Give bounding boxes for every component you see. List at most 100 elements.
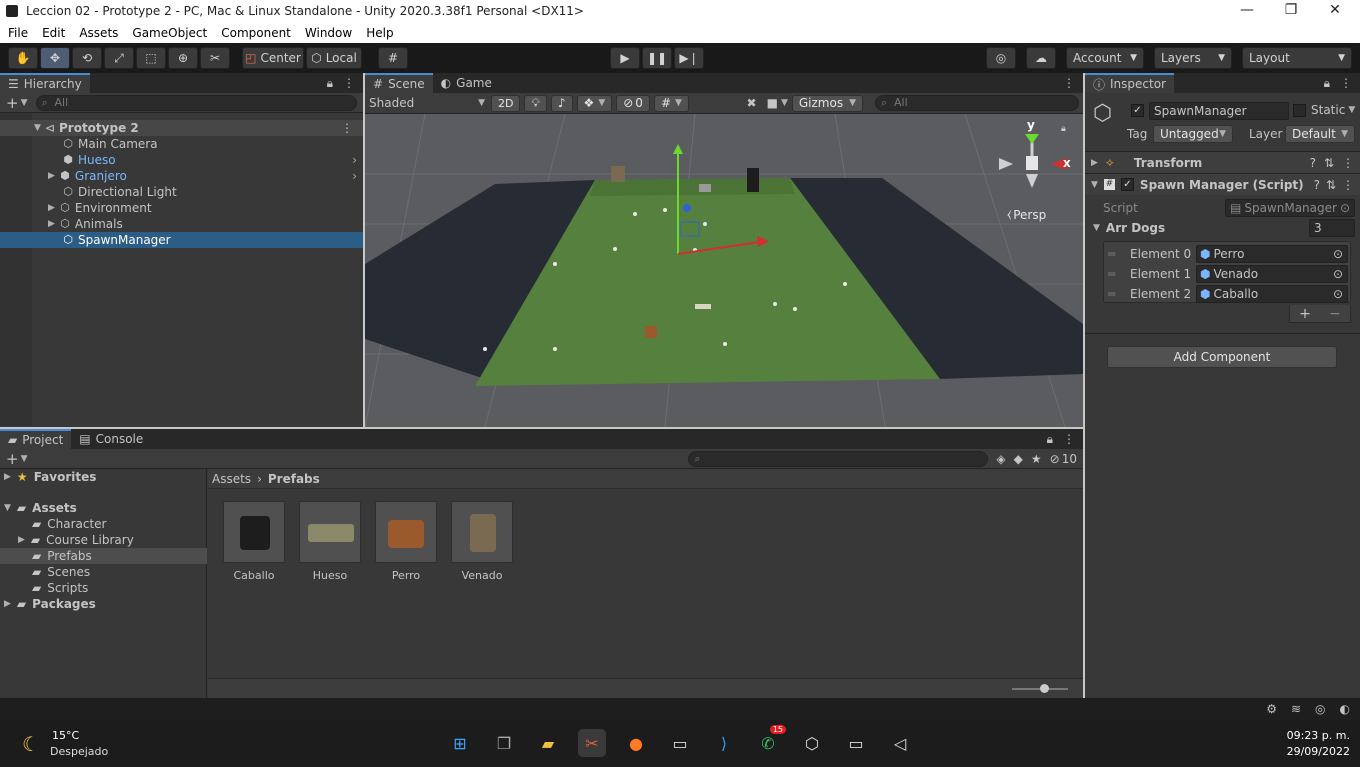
audio-toggle-icon[interactable]: ♪ (550, 94, 573, 112)
help-icon[interactable]: ? (1310, 156, 1316, 170)
tab-console[interactable]: ▤ Console (71, 429, 151, 449)
more-menu-icon[interactable]: ⋮ (341, 120, 353, 136)
more-menu-icon[interactable]: ⋮ (1063, 76, 1075, 90)
firefox-icon[interactable]: ● (622, 729, 650, 757)
vscode-icon[interactable]: ⟩ (710, 729, 738, 757)
tab-inspector[interactable]: ⓘ Inspector (1085, 73, 1174, 93)
pivot-center-button[interactable]: ◰ Center (242, 47, 304, 69)
more-menu-icon[interactable]: ⋮ (1063, 432, 1075, 446)
foldout-closed-icon[interactable]: ▶ (4, 596, 11, 612)
filter-by-type-icon[interactable]: ◈ (996, 452, 1005, 466)
hidden-packages-toggle[interactable]: ⊘ 10 (1050, 452, 1077, 466)
task-view-icon[interactable]: ❐ (490, 729, 518, 757)
drag-handle-icon[interactable]: ═ (1108, 247, 1130, 261)
static-checkbox[interactable] (1293, 104, 1306, 117)
drag-handle-icon[interactable]: ═ (1108, 287, 1130, 301)
add-icon[interactable]: + (6, 450, 19, 468)
transform-tool-icon[interactable]: ⊕ (168, 47, 198, 69)
grid-snap-icon[interactable]: # (378, 47, 408, 69)
hierarchy-item-main-camera[interactable]: ⬡ Main Camera (0, 136, 363, 152)
menu-window[interactable]: Window (305, 26, 352, 40)
tab-hierarchy[interactable]: ☰ Hierarchy (0, 73, 90, 93)
element-1-object-field[interactable]: ⬢ Venado ⊙ (1196, 265, 1348, 283)
object-name-field[interactable]: SpawnManager (1149, 102, 1289, 120)
visibility-toggle[interactable]: ⊘ 0 (616, 94, 650, 112)
spawnmanager-component-header[interactable]: ▼ # ✓ Spawn Manager (Script) ? ⇅ ⋮ (1085, 174, 1360, 195)
slider-handle[interactable] (1040, 684, 1049, 693)
collab-icon[interactable]: ◎ (986, 47, 1016, 69)
stack-icon[interactable]: ≋ (1291, 702, 1301, 716)
menu-edit[interactable]: Edit (42, 26, 65, 40)
element-2-object-field[interactable]: ⬢ Caballo ⊙ (1196, 285, 1348, 303)
tab-game[interactable]: ◐ Game (433, 73, 500, 93)
preset-icon[interactable]: ⇅ (1326, 178, 1336, 192)
tab-project[interactable]: ▰ Project (0, 429, 72, 449)
project-search-input[interactable]: ⌕ (688, 450, 989, 467)
layers-dropdown[interactable]: Layers ▼ (1154, 47, 1232, 69)
menu-help[interactable]: Help (366, 26, 393, 40)
menu-assets[interactable]: Assets (79, 26, 118, 40)
more-menu-icon[interactable]: ⋮ (1342, 178, 1354, 192)
effects-dropdown[interactable]: ❖ ▼ (576, 94, 613, 112)
more-menu-icon[interactable]: ⋮ (343, 76, 355, 90)
hierarchy-item-environment[interactable]: ▶ ⬡ Environment (0, 200, 363, 216)
menu-component[interactable]: Component (221, 26, 291, 40)
hierarchy-item-hueso[interactable]: ⬢ Hueso › (0, 152, 363, 168)
hierarchy-item-directional-light[interactable]: ⬡ Directional Light (0, 184, 363, 200)
element-0-object-field[interactable]: ⬢ Perro ⊙ (1196, 245, 1348, 263)
debug-off-icon[interactable]: ⚙ (1266, 702, 1277, 716)
foldout-open-icon[interactable]: ▼ (1093, 223, 1100, 233)
object-picker-icon[interactable]: ⊙ (1333, 266, 1343, 282)
scale-tool-icon[interactable]: ⤢ (104, 47, 134, 69)
maximize-button[interactable]: ❐ (1276, 2, 1306, 18)
tree-prefabs[interactable]: ▰ Prefabs (0, 548, 207, 564)
chevron-down-icon[interactable]: ▼ (21, 98, 28, 108)
pivot-local-button[interactable]: ⬡ Local (306, 47, 362, 69)
console-window-icon[interactable]: ▭ (842, 729, 870, 757)
foldout-closed-icon[interactable]: ▶ (1091, 158, 1098, 168)
tab-scene[interactable]: # Scene (365, 73, 433, 93)
snipping-tool-icon[interactable]: ✂ (578, 729, 606, 757)
object-picker-icon[interactable]: ⊙ (1333, 246, 1343, 262)
weather-desc[interactable]: Despejado (50, 745, 108, 758)
lock-icon[interactable]: 🔒︎ (1047, 432, 1053, 447)
clock-date[interactable]: 29/09/2022 (1284, 745, 1350, 758)
array-size-field[interactable]: 3 (1309, 219, 1355, 237)
foldout-open-icon[interactable]: ▼ (4, 500, 11, 516)
unity-editor-icon[interactable]: ◁ (886, 729, 914, 757)
tools-icon[interactable]: ✖ (747, 96, 757, 110)
cache-icon[interactable]: ◎ (1315, 702, 1325, 716)
weather-temp[interactable]: 15°C (52, 729, 79, 742)
camera-dropdown[interactable]: ■ ▼ (767, 96, 788, 110)
array-element-1[interactable]: ═ Element 1 ⬢ Venado ⊙ (1108, 265, 1348, 283)
rect-tool-icon[interactable]: ⬚ (136, 47, 166, 69)
chevron-right-icon[interactable]: › (352, 168, 357, 184)
foldout-open-icon[interactable]: ▼ (1091, 180, 1098, 190)
custom-tool-icon[interactable]: ✂ (200, 47, 230, 69)
minimize-button[interactable]: — (1232, 2, 1262, 18)
object-picker-icon[interactable]: ⊙ (1333, 286, 1343, 302)
hand-tool-icon[interactable]: ✋ (8, 47, 38, 69)
file-explorer-icon[interactable]: ▰ (534, 729, 562, 757)
foldout-closed-icon[interactable]: ▶ (18, 532, 25, 548)
active-checkbox[interactable]: ✓ (1131, 104, 1144, 117)
breadcrumb-prefabs[interactable]: Prefabs (268, 472, 320, 486)
cloud-icon[interactable]: ☁ (1026, 47, 1056, 69)
scene-root[interactable]: ▼ ⊲ Prototype 2 ⋮ (0, 120, 363, 136)
tree-character[interactable]: ▰ Character (0, 516, 207, 532)
account-dropdown[interactable]: Account ▼ (1066, 47, 1144, 69)
play-button[interactable]: ▶ (610, 47, 640, 69)
grid-dropdown[interactable]: # ▼ (653, 94, 689, 112)
shading-dropdown[interactable]: Shaded ▼ (369, 96, 487, 110)
tree-scenes[interactable]: ▰ Scenes (0, 564, 207, 580)
asset-hueso[interactable]: Hueso (290, 501, 370, 582)
rotate-tool-icon[interactable]: ⟲ (72, 47, 102, 69)
toggle-2d-button[interactable]: 2D (491, 94, 521, 112)
lighting-toggle-icon[interactable]: 💡︎ (524, 94, 547, 112)
foldout-closed-icon[interactable]: ▶ (48, 168, 55, 184)
menu-gameobject[interactable]: GameObject (132, 26, 207, 40)
asset-perro[interactable]: Perro (366, 501, 446, 582)
component-enabled-checkbox[interactable]: ✓ (1120, 178, 1134, 191)
chevron-down-icon[interactable]: ▼ (21, 454, 28, 464)
hierarchy-item-animals[interactable]: ▶ ⬡ Animals (0, 216, 363, 232)
